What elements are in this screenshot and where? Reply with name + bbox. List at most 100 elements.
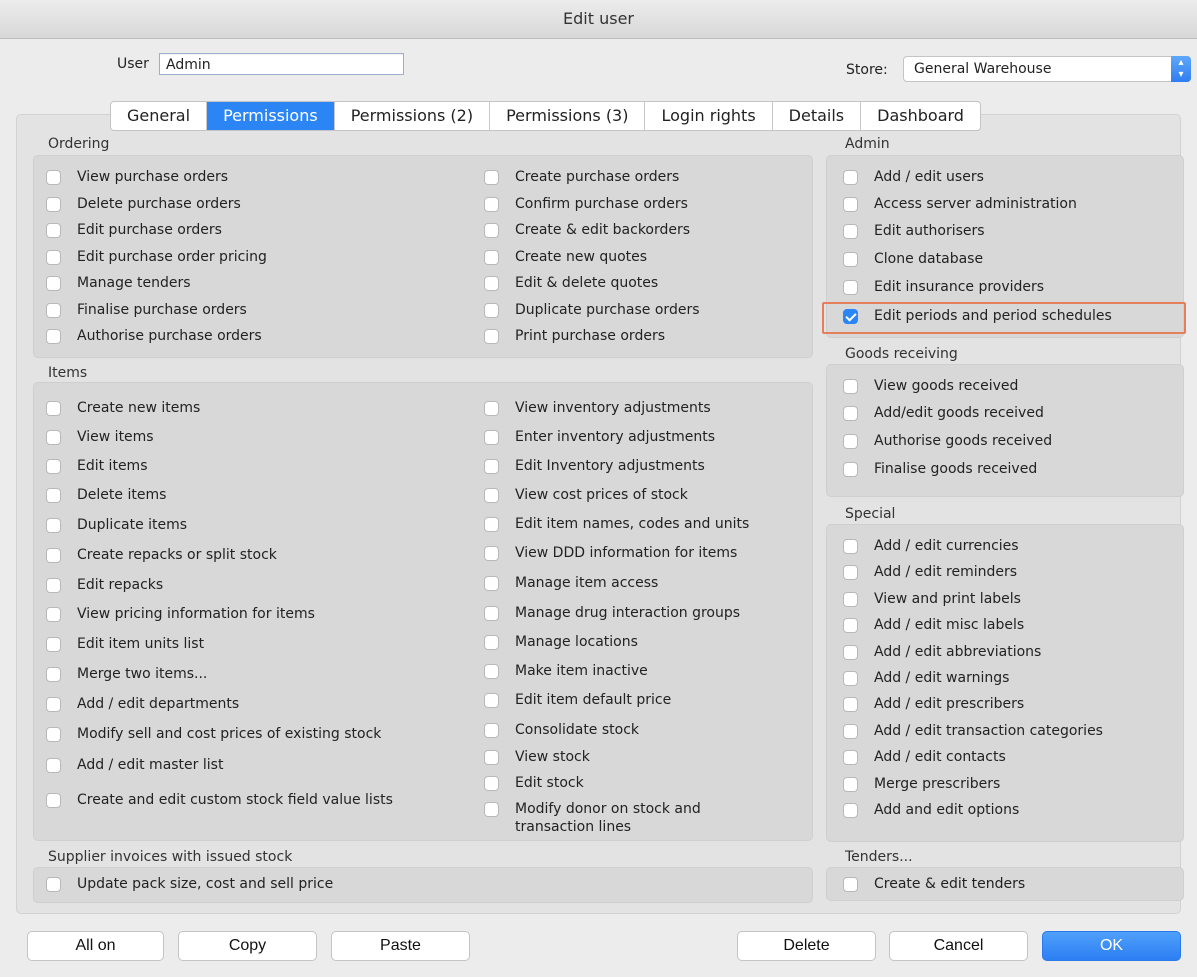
checkbox-icon[interactable] — [46, 170, 61, 185]
checkbox-icon[interactable] — [484, 329, 499, 344]
checkbox-icon[interactable] — [843, 252, 858, 267]
checkbox-icon[interactable] — [484, 576, 499, 591]
permission-checkbox[interactable]: Create repacks or split stock — [46, 547, 277, 563]
permission-checkbox[interactable]: Create purchase orders — [484, 169, 679, 185]
paste-button[interactable]: Paste — [331, 931, 470, 961]
checkbox-icon[interactable] — [46, 697, 61, 712]
tab-dashboard[interactable]: Dashboard — [861, 102, 980, 130]
permission-checkbox[interactable]: Create and edit custom stock field value… — [46, 792, 393, 808]
checkbox-icon[interactable] — [484, 197, 499, 212]
permission-checkbox[interactable]: Edit purchase orders — [46, 222, 222, 238]
delete-button[interactable]: Delete — [737, 931, 876, 961]
permission-checkbox[interactable]: Add / edit misc labels — [843, 617, 1024, 633]
checkbox-icon[interactable] — [843, 434, 858, 449]
permission-checkbox[interactable]: Consolidate stock — [484, 722, 639, 738]
permission-checkbox[interactable]: Delete purchase orders — [46, 196, 241, 212]
permission-checkbox[interactable]: Add/edit goods received — [843, 405, 1044, 421]
permission-checkbox[interactable]: Finalise purchase orders — [46, 302, 247, 318]
tab-permissions-2[interactable]: Permissions (2) — [335, 102, 491, 130]
permission-checkbox[interactable]: Edit authorisers — [843, 223, 985, 239]
permission-checkbox[interactable]: View cost prices of stock — [484, 487, 688, 503]
checkbox-icon[interactable] — [484, 303, 499, 318]
checkbox-icon[interactable] — [46, 401, 61, 416]
tab-login-rights[interactable]: Login rights — [645, 102, 773, 130]
permission-checkbox[interactable]: Edit item names, codes and units — [484, 516, 749, 532]
permission-checkbox[interactable]: Manage locations — [484, 634, 638, 650]
tab-general[interactable]: General — [111, 102, 208, 130]
checkbox-icon[interactable] — [46, 329, 61, 344]
checkbox-icon[interactable] — [484, 802, 499, 817]
permission-checkbox[interactable]: Modify sell and cost prices of existing … — [46, 726, 381, 742]
permission-checkbox[interactable]: Delete items — [46, 487, 166, 503]
checkbox-icon[interactable] — [484, 459, 499, 474]
checkbox-icon[interactable] — [484, 664, 499, 679]
permission-checkbox[interactable]: View goods received — [843, 378, 1018, 394]
checkbox-icon[interactable] — [843, 671, 858, 686]
checkbox-icon[interactable] — [46, 518, 61, 533]
checkbox-icon[interactable] — [843, 592, 858, 607]
permission-checkbox[interactable]: Merge prescribers — [843, 776, 1000, 792]
checkbox-icon[interactable] — [843, 224, 858, 239]
permission-checkbox[interactable]: Duplicate items — [46, 517, 187, 533]
checkbox-icon[interactable] — [46, 877, 61, 892]
permission-checkbox[interactable]: Edit purchase order pricing — [46, 249, 267, 265]
checkbox-icon[interactable] — [484, 635, 499, 650]
tab-details[interactable]: Details — [773, 102, 862, 130]
permission-checkbox[interactable]: Edit & delete quotes — [484, 275, 658, 291]
permission-checkbox[interactable]: Make item inactive — [484, 663, 648, 679]
permission-checkbox[interactable]: Clone database — [843, 251, 983, 267]
permission-checkbox[interactable]: Confirm purchase orders — [484, 196, 688, 212]
checkbox-icon[interactable] — [46, 727, 61, 742]
checkbox-icon[interactable] — [484, 723, 499, 738]
permission-checkbox[interactable]: View stock — [484, 749, 590, 765]
permission-checkbox[interactable]: Add and edit options — [843, 802, 1019, 818]
checkbox-icon[interactable] — [843, 280, 858, 295]
permission-checkbox[interactable]: Create & edit backorders — [484, 222, 690, 238]
permission-checkbox[interactable]: View inventory adjustments — [484, 400, 711, 416]
checkbox-icon[interactable] — [843, 565, 858, 580]
permission-checkbox[interactable]: View pricing information for items — [46, 606, 315, 622]
checkbox-icon[interactable] — [46, 250, 61, 265]
checkbox-icon[interactable] — [484, 517, 499, 532]
permission-checkbox[interactable]: Enter inventory adjustments — [484, 429, 715, 445]
checkbox-icon[interactable] — [843, 877, 858, 892]
permission-checkbox[interactable]: Edit Inventory adjustments — [484, 458, 705, 474]
permission-checkbox[interactable]: View items — [46, 429, 154, 445]
permission-checkbox[interactable]: View purchase orders — [46, 169, 228, 185]
permission-checkbox[interactable]: Manage drug interaction groups — [484, 605, 740, 621]
permission-checkbox[interactable]: Edit item units list — [46, 636, 204, 652]
checkbox-icon[interactable] — [46, 667, 61, 682]
checkbox-icon[interactable] — [484, 430, 499, 445]
checkbox-icon[interactable] — [46, 223, 61, 238]
permission-checkbox[interactable]: Modify donor on stock and — [484, 801, 701, 817]
permission-checkbox[interactable]: View and print labels — [843, 591, 1021, 607]
checkbox-icon[interactable] — [843, 697, 858, 712]
checkbox-icon[interactable] — [46, 578, 61, 593]
permission-checkbox[interactable]: Edit items — [46, 458, 148, 474]
permission-checkbox[interactable]: Add / edit reminders — [843, 564, 1017, 580]
checkbox-icon[interactable] — [843, 750, 858, 765]
checkbox-icon[interactable] — [484, 250, 499, 265]
permission-checkbox[interactable]: Create new quotes — [484, 249, 647, 265]
checkbox-icon[interactable] — [484, 223, 499, 238]
permission-checkbox[interactable]: Add / edit warnings — [843, 670, 1009, 686]
ok-button[interactable]: OK — [1042, 931, 1181, 961]
all-on-button[interactable]: All on — [27, 931, 164, 961]
checkbox-icon[interactable] — [843, 777, 858, 792]
permission-checkbox[interactable]: Edit repacks — [46, 577, 163, 593]
checkbox-icon[interactable] — [46, 607, 61, 622]
permission-checkbox[interactable]: View DDD information for items — [484, 545, 737, 561]
checkbox-icon[interactable] — [843, 406, 858, 421]
permission-checkbox[interactable]: Edit stock — [484, 775, 584, 791]
permission-checkbox[interactable]: Add / edit abbreviations — [843, 644, 1041, 660]
permission-checkbox[interactable]: Authorise goods received — [843, 433, 1052, 449]
checkbox-icon[interactable] — [46, 276, 61, 291]
checkbox-icon[interactable] — [484, 546, 499, 561]
checkbox-icon[interactable] — [843, 618, 858, 633]
checkbox-icon[interactable] — [843, 170, 858, 185]
permission-checkbox[interactable]: Add / edit prescribers — [843, 696, 1024, 712]
tab-permissions[interactable]: Permissions — [207, 102, 335, 130]
copy-button[interactable]: Copy — [178, 931, 317, 961]
checkbox-icon[interactable] — [46, 637, 61, 652]
permission-checkbox[interactable]: Create & edit tenders — [843, 876, 1025, 892]
